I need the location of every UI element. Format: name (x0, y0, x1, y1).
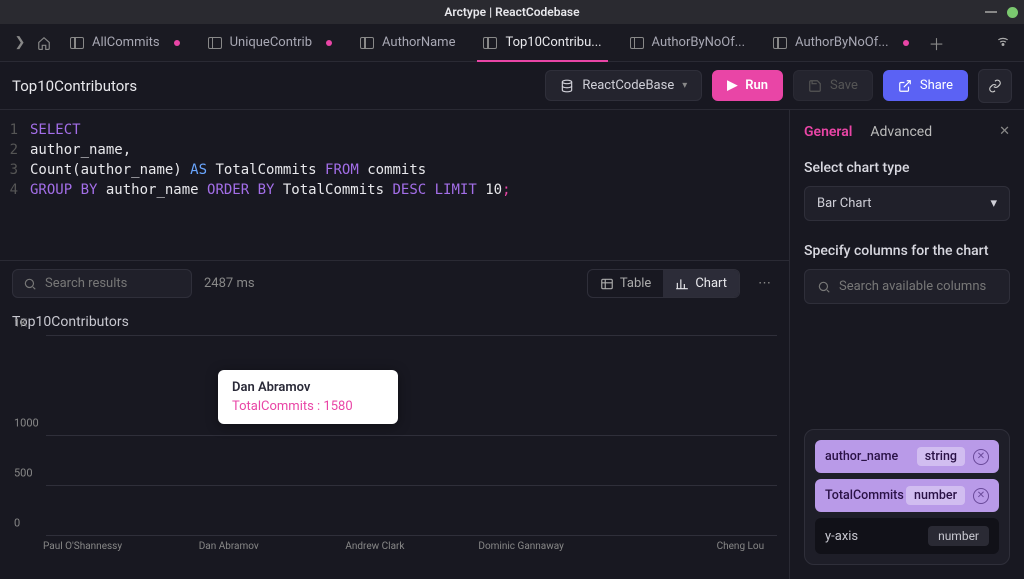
editor-tab[interactable]: UniqueContrib (194, 24, 346, 62)
chart-icon (675, 277, 689, 291)
editor-tab[interactable]: AuthorByNoOf... (759, 24, 923, 62)
chart-title: Top10Contributors (12, 314, 777, 330)
file-icon (70, 37, 84, 49)
remove-chip-icon[interactable]: ✕ (973, 488, 989, 504)
column-chip[interactable]: TotalCommitsnumber✕ (815, 479, 999, 512)
file-icon (483, 37, 497, 49)
chevron-down-icon: ▾ (682, 80, 687, 91)
home-icon[interactable] (32, 36, 56, 50)
save-icon (808, 79, 822, 93)
unsaved-dot-icon (903, 40, 909, 46)
save-button[interactable]: Save (793, 70, 873, 101)
toolbar: Top10Contributors ReactCodeBase ▾ ▶ Run … (0, 62, 1024, 110)
link-icon (988, 79, 1002, 93)
search-icon (817, 280, 831, 294)
chart-config-panel: ✕ General Advanced Select chart type Bar… (790, 110, 1024, 579)
columns-label: Specify columns for the chart (804, 243, 1010, 259)
table-icon (600, 277, 614, 291)
tab-advanced[interactable]: Advanced (870, 124, 932, 140)
run-button[interactable]: ▶ Run (712, 70, 783, 101)
editor-tab[interactable]: AllCommits (56, 24, 194, 62)
editor-tab[interactable]: AuthorName (346, 24, 469, 62)
more-options-button[interactable]: ⋯ (752, 276, 777, 291)
chart-type-label: Select chart type (804, 160, 1010, 176)
tab-general[interactable]: General (804, 124, 852, 140)
editor-tab[interactable]: AuthorByNoOf... (616, 24, 760, 62)
sql-editor[interactable]: 1SELECT2author_name,3Count(author_name) … (0, 110, 789, 260)
window-titlebar: Arctype | ReactCodebase (0, 0, 1024, 24)
editor-tab[interactable]: Top10Contribu... (469, 24, 615, 62)
unsaved-dot-icon (326, 40, 332, 46)
tab-bar: ❯ AllCommitsUniqueContribAuthorNameTop10… (0, 24, 1024, 62)
remove-chip-icon[interactable]: ✕ (973, 449, 989, 465)
columns-chipbox: author_namestring✕ TotalCommitsnumber✕ y-a… (804, 429, 1010, 565)
share-button[interactable]: Share (883, 70, 968, 101)
minimize-icon[interactable] (985, 11, 997, 13)
view-toggle: Table Chart (587, 269, 740, 298)
tooltip-value: TotalCommits : 1580 (232, 399, 384, 414)
results-toolbar: Search results 2487 ms Table Chart ⋯ (0, 260, 789, 306)
file-icon (773, 37, 787, 49)
chevron-down-icon: ▾ (990, 196, 997, 211)
copy-link-button[interactable] (978, 69, 1012, 103)
file-icon (208, 37, 222, 49)
share-icon (898, 79, 912, 93)
search-results-input[interactable]: Search results (12, 269, 192, 298)
tooltip-name: Dan Abramov (232, 380, 384, 395)
chart-area: Top10Contributors 050010001KPaul O'Shann… (0, 306, 789, 579)
bar-chart[interactable]: 050010001KPaul O'ShannessyDan AbramovAnd… (46, 336, 777, 536)
axis-row[interactable]: y-axisnumber (815, 518, 999, 554)
columns-search-input[interactable]: Search available columns (804, 269, 1010, 304)
database-icon (560, 79, 574, 93)
chart-tooltip: Dan Abramov TotalCommits : 1580 (218, 370, 398, 424)
close-window-icon[interactable] (1007, 7, 1018, 18)
column-chip[interactable]: author_namestring✕ (815, 440, 999, 473)
forward-icon[interactable]: ❯ (8, 35, 32, 50)
page-title: Top10Contributors (12, 77, 535, 95)
database-selector[interactable]: ReactCodeBase ▾ (545, 70, 702, 101)
file-icon (360, 37, 374, 49)
unsaved-dot-icon (174, 40, 180, 46)
file-icon (630, 37, 644, 49)
add-tab-button[interactable]: ＋ (929, 31, 945, 55)
chart-type-select[interactable]: Bar Chart ▾ (804, 186, 1010, 221)
close-panel-button[interactable]: ✕ (999, 124, 1010, 139)
wifi-icon[interactable] (996, 34, 1010, 52)
table-view-button[interactable]: Table (588, 270, 663, 297)
query-timing: 2487 ms (204, 276, 255, 291)
window-title: Arctype | ReactCodebase (444, 5, 579, 19)
play-icon: ▶ (727, 78, 737, 93)
search-icon (23, 277, 37, 291)
chart-view-button[interactable]: Chart (663, 270, 739, 297)
